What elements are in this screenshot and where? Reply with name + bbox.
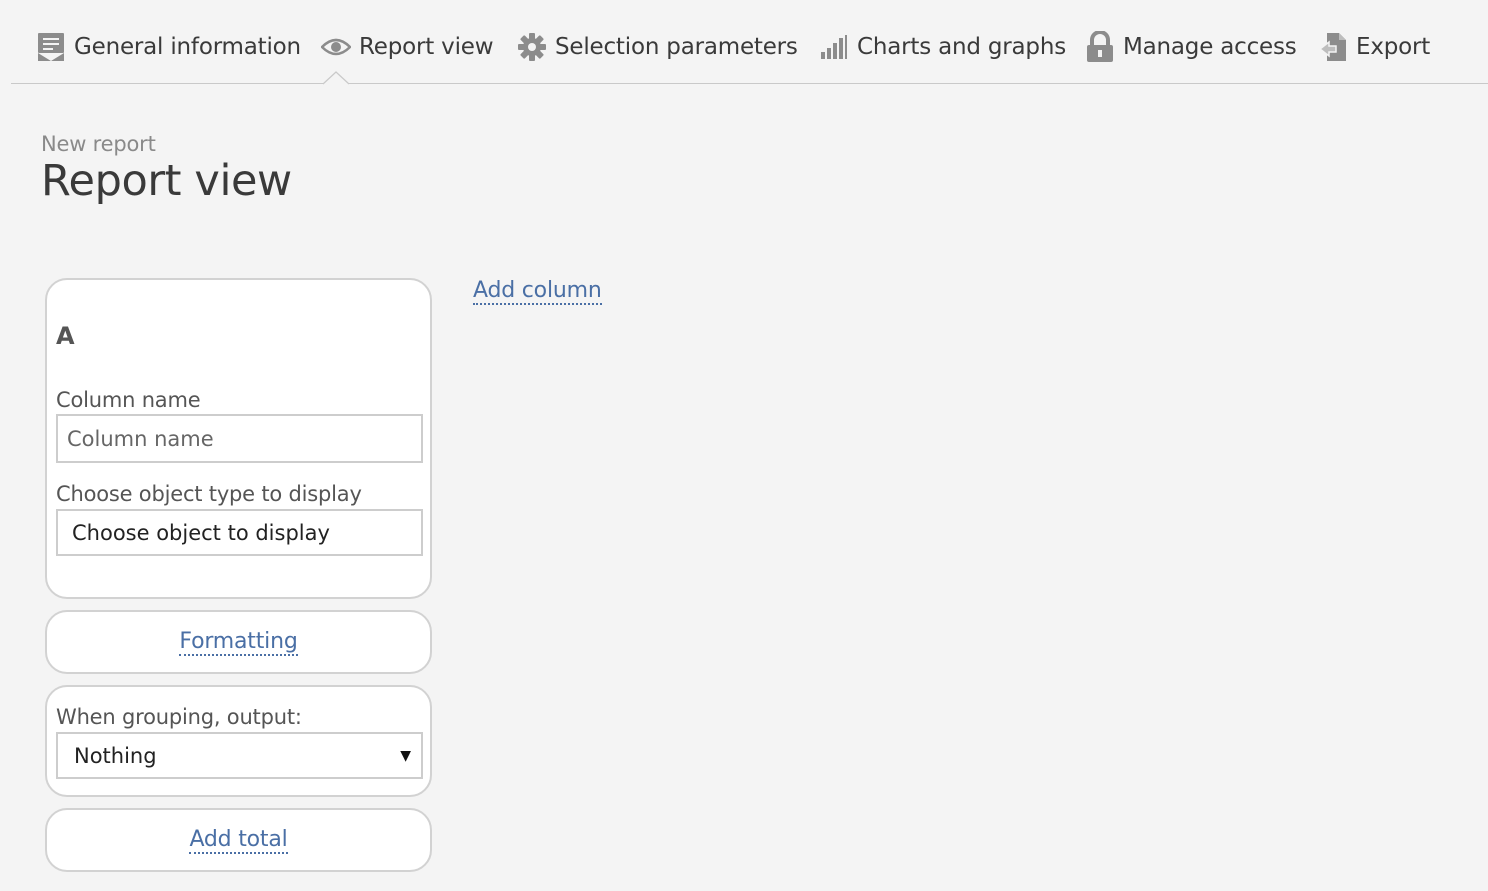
formatting-card: Formatting — [45, 610, 432, 674]
nav-label: Export — [1356, 34, 1431, 60]
column-card: A Column name Choose object type to disp… — [45, 278, 432, 599]
column-name-input[interactable] — [56, 414, 423, 463]
lock-icon — [1085, 31, 1115, 62]
nav-label: General information — [74, 34, 301, 60]
active-tab-indicator — [323, 71, 349, 85]
add-column-link[interactable]: Add column — [473, 278, 602, 305]
nav-label: Charts and graphs — [857, 34, 1066, 60]
add-total-card: Add total — [45, 808, 432, 872]
top-navigation: General information Report view Selectio… — [11, 0, 1488, 84]
grouping-value: Nothing — [74, 743, 157, 768]
nav-item-selection-parameters[interactable]: Selection parameters — [517, 28, 798, 66]
page-title: Report view — [41, 156, 292, 206]
gear-icon — [517, 32, 547, 62]
nav-label: Report view — [359, 34, 494, 60]
document-icon — [36, 32, 66, 62]
object-type-value: Choose object to display — [72, 520, 330, 545]
column-letter: A — [56, 322, 75, 350]
nav-label: Selection parameters — [555, 34, 798, 60]
nav-item-export[interactable]: Export — [1318, 28, 1430, 66]
add-total-link[interactable]: Add total — [189, 827, 288, 854]
bar-chart-icon — [819, 32, 849, 62]
eye-icon — [321, 32, 351, 62]
nav-item-manage-access[interactable]: Manage access — [1085, 28, 1297, 66]
breadcrumb: New report — [41, 132, 156, 156]
object-type-label: Choose object type to display — [56, 482, 362, 506]
grouping-label: When grouping, output: — [56, 705, 302, 729]
nav-label: Manage access — [1123, 34, 1297, 60]
dropdown-arrow-icon: ▼ — [400, 747, 411, 764]
object-type-select[interactable]: Choose object to display — [56, 509, 423, 556]
formatting-link[interactable]: Formatting — [179, 629, 298, 656]
nav-item-general-information[interactable]: General information — [36, 28, 301, 66]
export-icon — [1318, 32, 1348, 62]
grouping-card: When grouping, output: Nothing ▼ — [45, 685, 432, 797]
nav-item-charts-and-graphs[interactable]: Charts and graphs — [819, 28, 1066, 66]
grouping-select[interactable]: Nothing ▼ — [56, 732, 423, 779]
nav-item-report-view[interactable]: Report view — [321, 28, 494, 66]
column-name-label: Column name — [56, 388, 201, 412]
